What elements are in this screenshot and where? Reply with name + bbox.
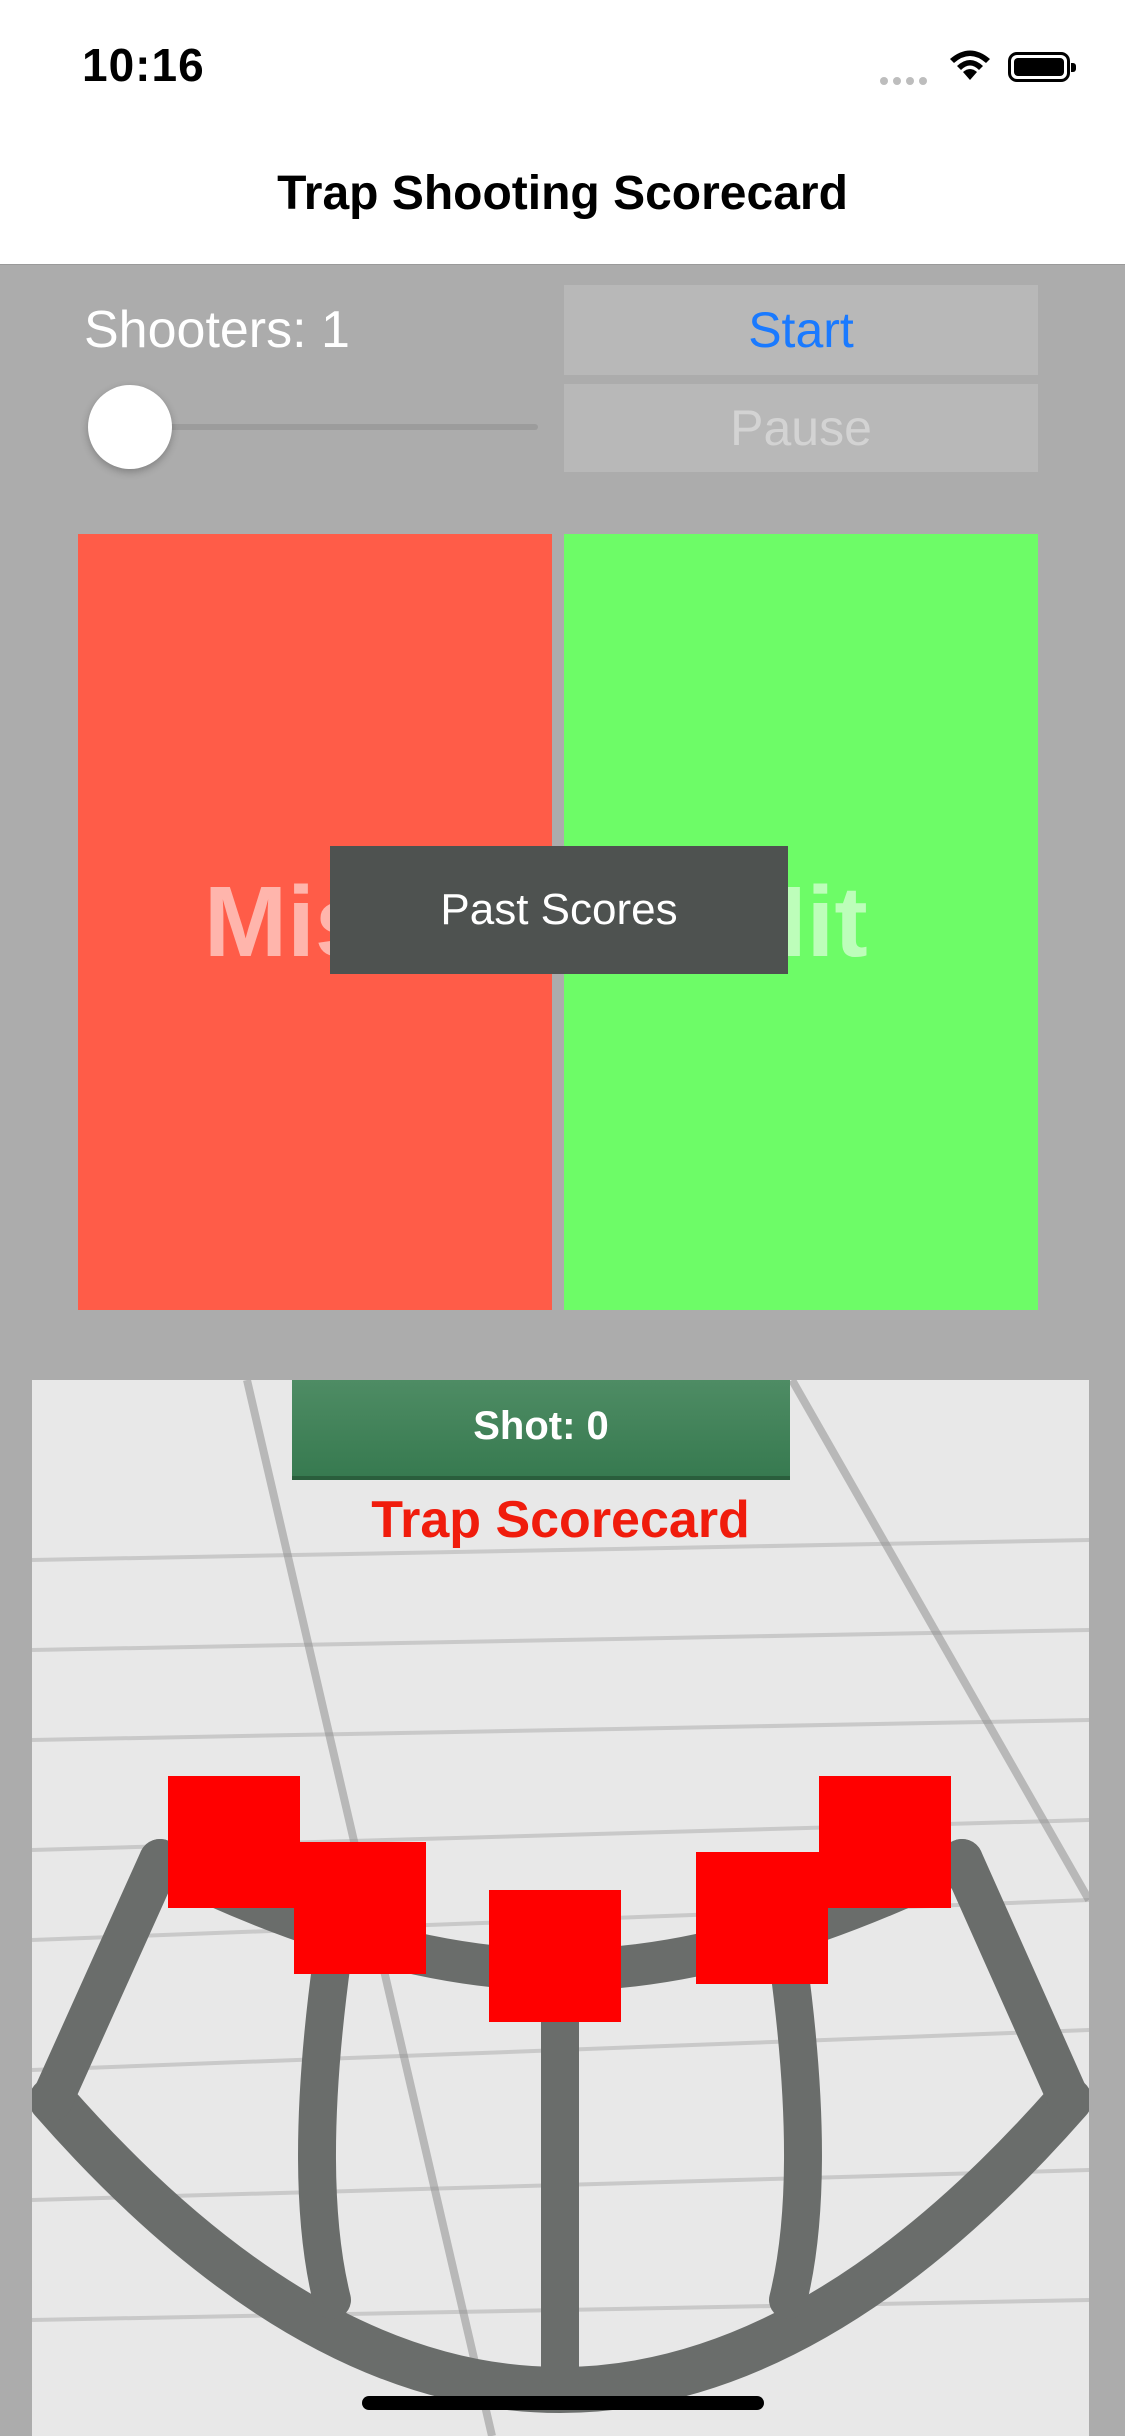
start-button[interactable]: Start — [564, 285, 1038, 375]
status-time: 10:16 — [82, 39, 205, 91]
page-title: Trap Shooting Scorecard — [277, 167, 848, 220]
pause-button[interactable]: Pause — [564, 384, 1038, 472]
trap-scorecard: Shot: 0 Trap Scorecard — [32, 1380, 1089, 2436]
scorecard-title: Trap Scorecard — [371, 1491, 750, 1549]
cellular-signal-icon — [880, 72, 932, 90]
station-marker-5[interactable] — [819, 1776, 951, 1908]
station-marker-2[interactable] — [294, 1842, 426, 1974]
navigation-bar: 10:16 Trap Shooting Scorecard — [0, 0, 1125, 265]
shot-counter: Shot: 0 — [292, 1380, 790, 1480]
station-marker-1[interactable] — [168, 1776, 300, 1908]
shooters-slider-thumb[interactable] — [88, 385, 172, 469]
station-marker-3[interactable] — [489, 1890, 621, 2022]
home-indicator[interactable] — [362, 2396, 764, 2410]
station-marker-4[interactable] — [696, 1852, 828, 1984]
battery-icon — [1008, 52, 1076, 82]
past-scores-button[interactable]: Past Scores — [330, 846, 788, 974]
shooters-count-label: Shooters: 1 — [84, 301, 350, 359]
wifi-icon — [950, 50, 990, 80]
